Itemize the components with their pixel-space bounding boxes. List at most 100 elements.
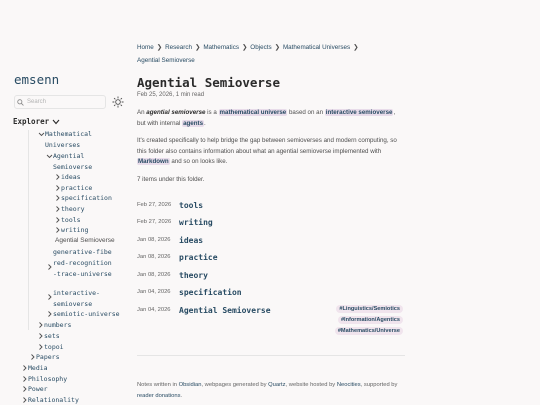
chevron-right-icon [23,376,27,382]
tree-label: writing [61,226,89,234]
tree-guide-line [28,130,29,330]
tree-label: Mathematical Universes [45,130,92,149]
footer: Notes written in Obsidian, webpages gene… [137,380,405,401]
tree-folder-power[interactable]: Power [21,384,48,395]
tree-folder-papers[interactable]: Papers [29,352,59,363]
list-item-title[interactable]: theory [179,271,208,280]
link-neocities[interactable]: Neocities [337,382,361,388]
list-item-date: Feb 27, 2026 [137,219,172,225]
tree-folder-semiotic-universe[interactable]: semiotic-universe [46,309,120,320]
chevron-right-icon [23,386,27,392]
tree-folder-theory[interactable]: theory [54,204,84,215]
site-title[interactable]: emsenn [14,72,59,87]
chevron-right-icon [56,227,60,233]
footer-divider [137,355,405,356]
list-item-title[interactable]: ideas [179,236,203,245]
tree-folder-interactive-semioverse[interactable]: interactive-semioverse [46,288,113,310]
list-item: Jan 04, 2026 specification [137,285,405,299]
link-reader-donations[interactable]: reader donations [137,393,181,399]
text: It's created specifically to help bridge… [137,137,397,155]
list-item-date: Jan 08, 2026 [137,254,171,260]
chevron-right-icon [48,264,52,270]
chevron-right-icon: ❯ [242,44,248,51]
list-item-date: Jan 04, 2026 [137,289,171,295]
breadcrumb-research[interactable]: Research [165,44,192,51]
tree-folder-specification[interactable]: specification [54,193,112,204]
link-obsidian[interactable]: Obsidian [179,382,202,388]
tree-folder-generative-fibered-recognition-trace-universe[interactable]: generative-fibered-recognition-trace-uni… [46,247,113,279]
chevron-right-icon: ❯ [353,44,359,51]
link-mathematical-universe[interactable]: mathematical universe [218,109,288,116]
breadcrumb-mathematics[interactable]: Mathematics [203,44,239,51]
text: , webpages generated by [201,382,269,388]
tree-folder-agential-semioverse[interactable]: Agential Semioverse [46,151,128,173]
tree-label: semiotic-universe [53,310,120,318]
chevron-right-icon [31,354,35,360]
breadcrumb-current[interactable]: Agential Semioverse [137,57,195,64]
tag-linguistics-semiotics[interactable]: #Linguistics/Semiotics [336,305,403,313]
tree-folder-writing[interactable]: writing [54,225,88,236]
sun-icon[interactable] [112,96,124,108]
search-input[interactable]: Search [14,95,106,109]
chevron-right-icon [56,217,60,223]
list-item-title[interactable]: tools [179,201,203,210]
list-item-title[interactable]: practice [179,253,218,262]
search-placeholder: Search [27,99,47,105]
tree-label: Power [28,385,48,393]
detail-paragraph: It's created specifically to help bridge… [137,136,405,168]
text: based on an [287,109,325,116]
link-markdown[interactable]: Markdown [137,158,170,165]
chevron-down-icon [38,132,45,137]
chevron-right-icon [48,311,52,317]
tree-file-agential-semioverse[interactable]: Agential Semioverse [55,236,115,247]
link-quartz[interactable]: Quartz [268,382,285,388]
text: Notes written in [137,382,179,388]
tree-folder-sets[interactable]: sets [37,331,60,342]
sidebar: emsenn Search Explorer Mathematical Univ… [0,0,130,405]
text: , supported by [360,382,398,388]
link-interactive-semioverse[interactable]: interactive semioverse [324,109,394,116]
page-meta: Feb 25, 2026, 1 min read [137,92,205,98]
list-item: Jan 08, 2026 theory [137,268,405,282]
tag-mathematics-universe[interactable]: #Mathematics/Universe [334,327,403,335]
tree-folder-media[interactable]: Media [21,363,48,374]
breadcrumb-mathematical-universes[interactable]: Mathematical Universes [283,44,350,51]
text: . [204,119,206,127]
tree-label: Papers [36,353,60,361]
text: An [137,109,147,116]
text: and so on looks like. [169,158,228,165]
chevron-right-icon [39,344,43,350]
list-item-date: Feb 27, 2026 [137,202,172,208]
explorer-title: Explorer [13,117,50,126]
tree-folder-ideas[interactable]: ideas [54,172,81,183]
tag-list: #Linguistics/Semiotics #Information/Agen… [334,305,403,335]
list-item-title[interactable]: writing [179,218,213,227]
chevron-right-icon: ❯ [274,44,280,51]
tree-folder-mathematical-universes[interactable]: Mathematical Universes [38,129,128,151]
tree-label: Agential Semioverse [53,152,93,171]
tree-label: interactive-semioverse [53,289,100,308]
explorer-toggle[interactable]: Explorer [13,117,60,126]
tag-information-agentics[interactable]: #Information/Agentics [337,316,403,324]
link-agents[interactable]: agents [182,119,205,127]
breadcrumb-objects[interactable]: Objects [250,44,271,51]
list-item-date: Jan 04, 2026 [137,307,171,313]
list-item: Jan 08, 2026 practice [137,250,405,264]
tree-label: generative-fibered-recognition-trace-uni… [53,248,112,278]
tree-label: theory [61,205,85,213]
tree-label: sets [44,332,60,340]
tree-label: Media [28,364,48,372]
page-title: Agential Semioverse [137,75,280,90]
chevron-right-icon [56,206,60,212]
breadcrumb: Home ❯ Research ❯ Mathematics ❯ Objects ❯ Mathem… [137,41,397,67]
breadcrumb-home[interactable]: Home [137,44,154,51]
list-item: Feb 27, 2026 writing [137,215,405,229]
items-count: 7 items under this folder. [137,176,205,183]
chevron-right-icon [56,185,60,191]
chevron-right-icon [39,322,43,328]
list-item-title[interactable]: specification [179,288,242,297]
text: is a [205,109,219,116]
list-item-title[interactable]: Agential Semioverse [179,306,271,315]
tree-folder-numbers[interactable]: numbers [37,320,71,331]
tree-folder-relationality[interactable]: Relationality [21,395,79,405]
